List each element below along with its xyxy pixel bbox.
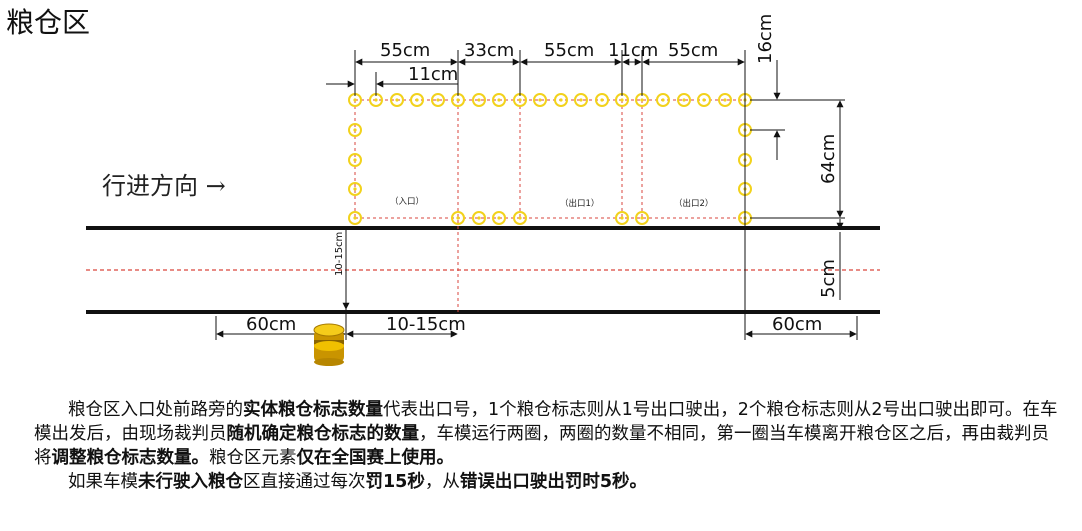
marker-dot xyxy=(600,98,604,102)
marker-dot xyxy=(640,98,644,102)
marker-dot xyxy=(518,216,522,220)
marker-dot xyxy=(395,98,399,102)
desc-bold: 未行驶入粮仓 xyxy=(138,472,243,492)
desc-text: 区直接通过每次 xyxy=(243,472,366,492)
desc-bold: 调整粮仓标志数量。 xyxy=(51,448,210,468)
desc-bold: 随机确定粮仓标志的数量 xyxy=(226,424,420,444)
marker-dot xyxy=(456,216,460,220)
desc-text: 如果车模 xyxy=(68,472,138,492)
description-paragraph-2: 如果车模未行驶入粮仓区直接通过每次罚15秒，从错误出口驶出罚时5秒。 xyxy=(34,470,1064,494)
marker-dot xyxy=(640,216,644,220)
description-paragraph-1: 粮仓区入口处前路旁的实体粮仓标志数量代表出口号，1个粮仓标志则从1号出口驶出，2… xyxy=(34,398,1064,470)
dim-right-5: 5cm xyxy=(818,259,839,298)
marker-dot xyxy=(497,216,501,220)
dim-top-55a: 55cm xyxy=(380,40,430,61)
dim-top-55b: 55cm xyxy=(544,40,594,61)
dim-top-33: 33cm xyxy=(464,40,514,61)
marker-dot xyxy=(353,98,357,102)
marker-dot xyxy=(620,98,624,102)
marker-dot xyxy=(661,98,665,102)
marker-dot xyxy=(353,187,357,191)
dim-top-11b: 11cm xyxy=(608,40,658,61)
marker-dot xyxy=(436,98,440,102)
marker-dot xyxy=(497,98,501,102)
dim-top-55c: 55cm xyxy=(668,40,718,61)
desc-text: 粮仓区元素 xyxy=(209,448,297,468)
marker-dot xyxy=(477,98,481,102)
dim-right-64: 64cm xyxy=(818,134,839,184)
marker-dot xyxy=(477,216,481,220)
dim-left-vertical: 10-15cm xyxy=(334,232,345,276)
marker-dot xyxy=(723,98,727,102)
dim-top-11a: 11cm xyxy=(408,64,458,85)
marker-dot xyxy=(456,98,460,102)
exit2-label: （出口2） xyxy=(674,198,713,209)
dim-right-16: 16cm xyxy=(755,14,776,64)
marker-dot xyxy=(682,98,686,102)
marker-dot xyxy=(579,98,583,102)
desc-bold: 仅在全国赛上使用。 xyxy=(296,448,455,468)
exit1-label: （出口1） xyxy=(560,198,599,209)
direction-label: 行进方向 → xyxy=(102,172,226,200)
granary-sign-icon xyxy=(313,323,345,366)
marker-dot xyxy=(415,98,419,102)
dim-bottom-60b: 60cm xyxy=(772,314,822,335)
marker-dot xyxy=(702,98,706,102)
marker-dot xyxy=(559,98,563,102)
marker-dot xyxy=(374,98,378,102)
extension-lines xyxy=(215,50,858,340)
top-dimensions xyxy=(326,58,745,88)
marker-dot xyxy=(518,98,522,102)
desc-bold: 实体粮仓标志数量 xyxy=(243,400,383,420)
marker-dot xyxy=(353,128,357,132)
desc-bold: 罚15秒 xyxy=(365,472,425,492)
marker-dot xyxy=(620,216,624,220)
road-lines xyxy=(86,226,880,314)
desc-text: ，从 xyxy=(424,472,460,492)
desc-bold: 错误出口驶出罚时5秒。 xyxy=(459,472,648,492)
marker-dot xyxy=(353,216,357,220)
dim-bottom-60a: 60cm xyxy=(246,314,296,335)
dim-bottom-1015: 10-15cm xyxy=(386,314,466,335)
description: 粮仓区入口处前路旁的实体粮仓标志数量代表出口号，1个粮仓标志则从1号出口驶出，2… xyxy=(34,398,1064,494)
marker-dot xyxy=(353,158,357,162)
marker-dot xyxy=(538,98,542,102)
entrance-label: （入口） xyxy=(390,196,424,207)
desc-text: 粮仓区入口处前路旁的 xyxy=(68,400,243,420)
